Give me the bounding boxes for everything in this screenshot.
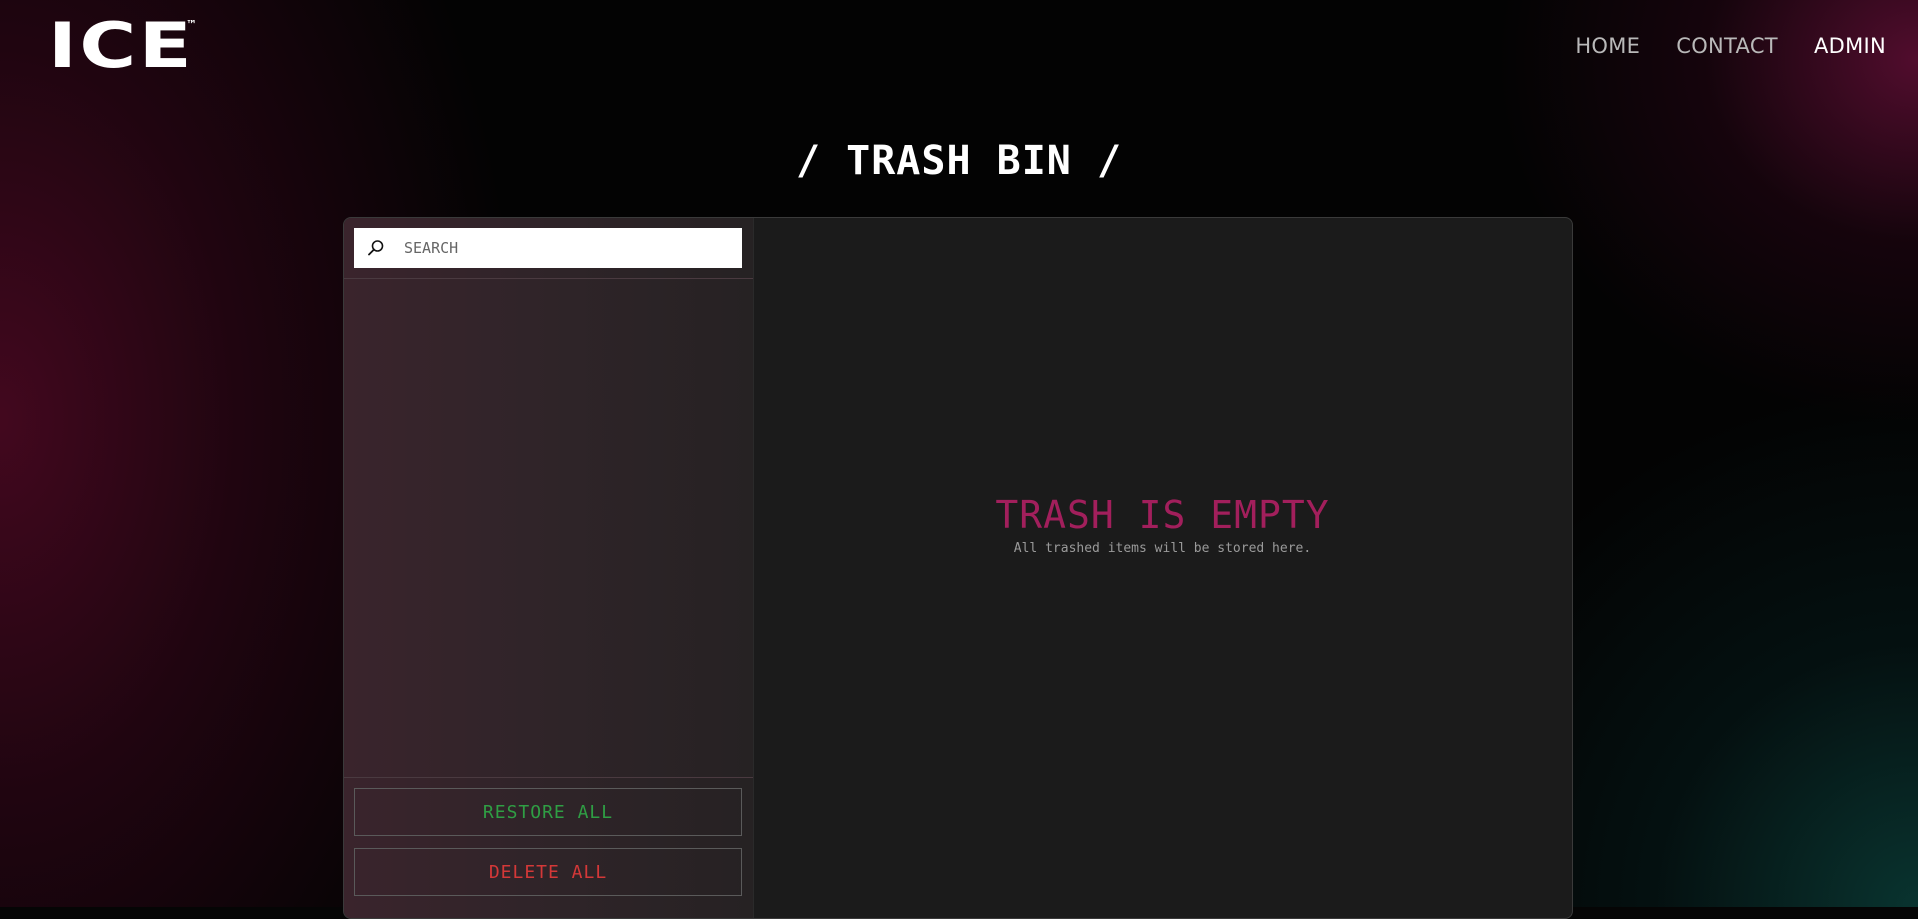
nav-contact-link[interactable]: CONTACT	[1676, 34, 1778, 58]
empty-state-title: TRASH IS EMPTY	[995, 493, 1330, 537]
empty-state-subtitle: All trashed items will be stored here.	[1013, 541, 1312, 556]
page-title: / TRASH BIN /	[795, 138, 1123, 184]
trademark-symbol: ™	[186, 18, 197, 31]
nav-admin-link[interactable]: ADMIN	[1814, 34, 1886, 58]
search-box[interactable]	[354, 228, 742, 268]
trash-panel: RESTORE ALL DELETE ALL TRASH IS EMPTY Al…	[343, 217, 1573, 919]
trash-item-list[interactable]	[344, 279, 753, 777]
sidebar-divider-bottom	[344, 777, 753, 778]
search-input[interactable]	[398, 229, 724, 267]
restore-all-button[interactable]: RESTORE ALL	[354, 788, 742, 836]
logo-text: ICE	[48, 9, 195, 82]
search-icon	[354, 228, 398, 268]
delete-all-button[interactable]: DELETE ALL	[354, 848, 742, 896]
nav-home-link[interactable]: HOME	[1575, 34, 1640, 58]
empty-state: TRASH IS EMPTY All trashed items will be…	[753, 218, 1572, 918]
ice-logo[interactable]: ICE ™	[48, 15, 197, 77]
main-nav: HOME CONTACT ADMIN	[1575, 34, 1886, 58]
trash-sidebar: RESTORE ALL DELETE ALL	[344, 218, 754, 918]
